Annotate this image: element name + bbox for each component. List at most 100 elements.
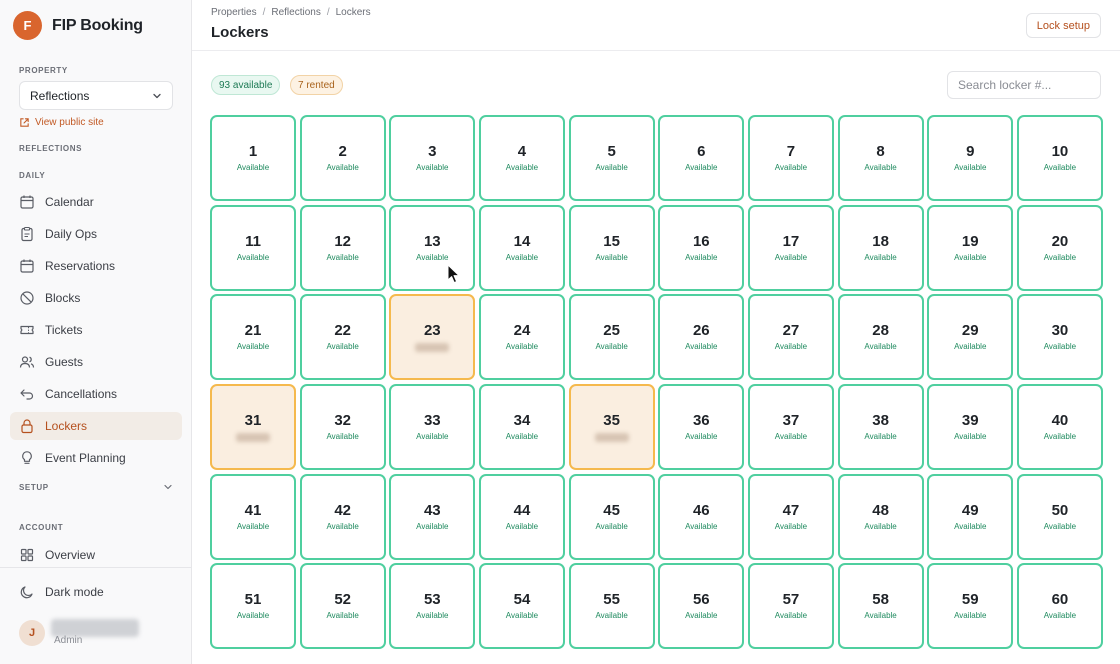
daily-section-label: DAILY	[19, 171, 46, 180]
locker-2[interactable]: 2 Available	[299, 115, 386, 201]
locker-7[interactable]: 7 Available	[747, 115, 834, 201]
breadcrumb-reflections[interactable]: Reflections	[271, 7, 320, 18]
sidebar-item-cancellations[interactable]: Cancellations	[10, 380, 182, 408]
user-role: Admin	[54, 635, 83, 646]
locker-55[interactable]: 55 Available	[568, 563, 655, 650]
locker-8[interactable]: 8 Available	[837, 115, 924, 201]
locker-10[interactable]: 10 Available	[1016, 115, 1103, 201]
locker-49[interactable]: 49 Available	[927, 473, 1014, 560]
locker-45[interactable]: 45 Available	[568, 473, 655, 560]
locker-34[interactable]: 34 Available	[478, 383, 565, 470]
locker-21[interactable]: 21 Available	[210, 294, 296, 381]
locker-27[interactable]: 27 Available	[747, 294, 834, 381]
locker-60[interactable]: 60 Available	[1016, 563, 1103, 650]
locker-39[interactable]: 39 Available	[927, 383, 1014, 470]
locker-47[interactable]: 47 Available	[747, 473, 834, 560]
locker-status: Available	[954, 611, 987, 621]
sidebar-item-lockers[interactable]: Lockers	[10, 412, 182, 440]
locker-59[interactable]: 59 Available	[927, 563, 1014, 650]
locker-53[interactable]: 53 Available	[389, 563, 476, 650]
search-locker-input[interactable]	[947, 71, 1101, 99]
locker-15[interactable]: 15 Available	[568, 204, 655, 291]
locker-26[interactable]: 26 Available	[658, 294, 745, 381]
locker-number: 10	[1051, 143, 1069, 160]
lock-setup-button[interactable]: Lock setup	[1025, 13, 1101, 38]
locker-12[interactable]: 12 Available	[299, 204, 386, 291]
locker-18[interactable]: 18 Available	[837, 204, 924, 291]
locker-20[interactable]: 20 Available	[1016, 204, 1103, 291]
locker-number: 41	[244, 501, 262, 519]
locker-48[interactable]: 48 Available	[837, 473, 924, 560]
locker-9[interactable]: 9 Available	[927, 115, 1014, 201]
locker-16[interactable]: 16 Available	[658, 204, 745, 291]
page-title: Lockers	[211, 24, 269, 41]
locker-14[interactable]: 14 Available	[478, 204, 565, 291]
sidebar-item-overview[interactable]: Overview	[10, 541, 182, 569]
locker-40[interactable]: 40 Available	[1016, 383, 1103, 470]
sidebar-item-label: Reservations	[45, 259, 116, 273]
sidebar-item-tickets[interactable]: Tickets	[10, 316, 182, 344]
locker-30[interactable]: 30 Available	[1016, 294, 1103, 381]
locker-status: Available	[416, 611, 449, 621]
brand[interactable]: F FIP Booking	[13, 11, 143, 40]
locker-31[interactable]: 31	[210, 383, 296, 470]
locker-35[interactable]: 35	[568, 383, 655, 470]
moon-icon	[20, 586, 33, 599]
locker-25[interactable]: 25 Available	[568, 294, 655, 381]
property-select[interactable]: Reflections	[19, 81, 173, 110]
locker-6[interactable]: 6 Available	[658, 115, 745, 201]
locker-44[interactable]: 44 Available	[478, 473, 565, 560]
locker-46[interactable]: 46 Available	[658, 473, 745, 560]
locker-17[interactable]: 17 Available	[747, 204, 834, 291]
locker-13[interactable]: 13 Available	[389, 204, 476, 291]
locker-number: 54	[513, 591, 531, 609]
sidebar-footer: Dark mode J Admin	[0, 567, 191, 664]
locker-50[interactable]: 50 Available	[1016, 473, 1103, 560]
sidebar-item-blocks[interactable]: Blocks	[10, 284, 182, 312]
locker-29[interactable]: 29 Available	[927, 294, 1014, 381]
sidebar-item-reservations[interactable]: Reservations	[10, 252, 182, 280]
locker-status: Available	[505, 342, 539, 352]
view-public-site-link[interactable]: View public site	[19, 117, 104, 128]
locker-3[interactable]: 3 Available	[389, 115, 476, 201]
locker-number: 58	[872, 591, 889, 609]
locker-22[interactable]: 22 Available	[299, 294, 386, 381]
sidebar-item-daily-ops[interactable]: Daily Ops	[10, 220, 182, 248]
locker-28[interactable]: 28 Available	[837, 294, 924, 381]
locker-51[interactable]: 51 Available	[210, 563, 296, 650]
locker-54[interactable]: 54 Available	[478, 563, 565, 650]
locker-24[interactable]: 24 Available	[478, 294, 565, 381]
avatar[interactable]: J	[19, 620, 45, 646]
locker-36[interactable]: 36 Available	[658, 383, 745, 470]
locker-4[interactable]: 4 Available	[478, 115, 565, 201]
locker-status: Available	[685, 252, 718, 262]
locker-32[interactable]: 32 Available	[299, 383, 386, 470]
breadcrumb-properties[interactable]: Properties	[211, 7, 257, 18]
locker-42[interactable]: 42 Available	[299, 473, 386, 560]
locker-38[interactable]: 38 Available	[837, 383, 924, 470]
locker-41[interactable]: 41 Available	[210, 473, 296, 560]
locker-57[interactable]: 57 Available	[747, 563, 834, 650]
locker-58[interactable]: 58 Available	[837, 563, 924, 650]
locker-1[interactable]: 1 Available	[210, 115, 296, 201]
dark-mode-toggle[interactable]: Dark mode	[10, 578, 182, 606]
locker-23[interactable]: 23	[389, 294, 476, 381]
sidebar-item-guests[interactable]: Guests	[10, 348, 182, 376]
locker-number: 49	[961, 501, 979, 519]
locker-status: Available	[236, 342, 270, 352]
locker-43[interactable]: 43 Available	[389, 473, 476, 560]
locker-status: Available	[595, 163, 628, 172]
sidebar-item-calendar[interactable]: Calendar	[10, 188, 182, 216]
locker-5[interactable]: 5 Available	[568, 115, 655, 201]
locker-11[interactable]: 11 Available	[210, 204, 296, 291]
locker-37[interactable]: 37 Available	[747, 383, 834, 470]
lightbulb-icon	[22, 451, 32, 464]
property-select-value: Reflections	[30, 88, 90, 103]
setup-section-toggle[interactable]: SETUP	[19, 482, 173, 492]
locker-19[interactable]: 19 Available	[927, 204, 1014, 291]
locker-status: Available	[595, 611, 628, 621]
locker-56[interactable]: 56 Available	[658, 563, 745, 650]
locker-52[interactable]: 52 Available	[299, 563, 386, 650]
sidebar-item-event-planning[interactable]: Event Planning	[10, 444, 182, 472]
locker-33[interactable]: 33 Available	[389, 383, 476, 470]
